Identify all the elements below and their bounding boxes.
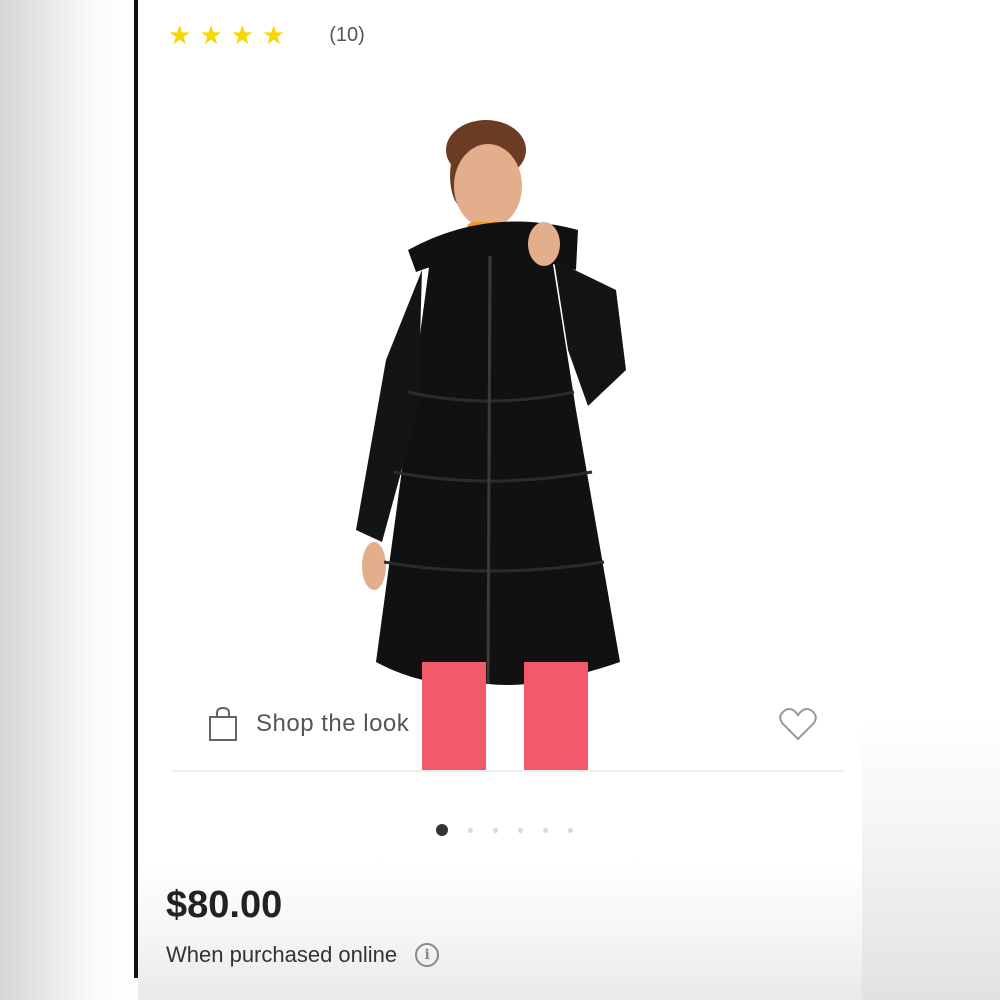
carousel-dot-active[interactable] [436, 824, 448, 836]
star-icon: ★ [230, 20, 254, 50]
shop-the-look-label: Shop the look [256, 710, 410, 737]
info-icon[interactable]: i [415, 943, 440, 967]
shop-the-look-button[interactable]: Shop the look [204, 704, 420, 744]
product-price: $80.00 [166, 884, 283, 926]
carousel-dot[interactable] [568, 827, 573, 833]
heart-icon[interactable] [778, 706, 818, 742]
carousel-dot[interactable] [543, 827, 548, 833]
carousel-dot[interactable] [468, 827, 473, 833]
divider [172, 770, 844, 772]
star-icon: ★ [261, 20, 286, 50]
price-note: When purchased online i [166, 942, 440, 968]
star-icon: ★ [199, 20, 223, 50]
product-screen: ★ ★ ★ ★ (10) Shop the look $80.00 When p… [138, 0, 862, 1000]
product-photo[interactable] [338, 110, 658, 772]
star-icon: ★ [168, 20, 192, 50]
photo-frame-right [862, 0, 1000, 1000]
review-count[interactable]: (10) [329, 20, 365, 50]
carousel-dot[interactable] [518, 827, 523, 833]
photo-frame-left [0, 0, 136, 1000]
carousel-dots[interactable] [436, 824, 593, 836]
shopping-bag-icon [209, 706, 237, 741]
carousel-dot[interactable] [493, 827, 498, 833]
product-rating[interactable]: ★ ★ ★ ★ (10) [168, 20, 365, 50]
price-note-label: When purchased online [166, 942, 398, 967]
